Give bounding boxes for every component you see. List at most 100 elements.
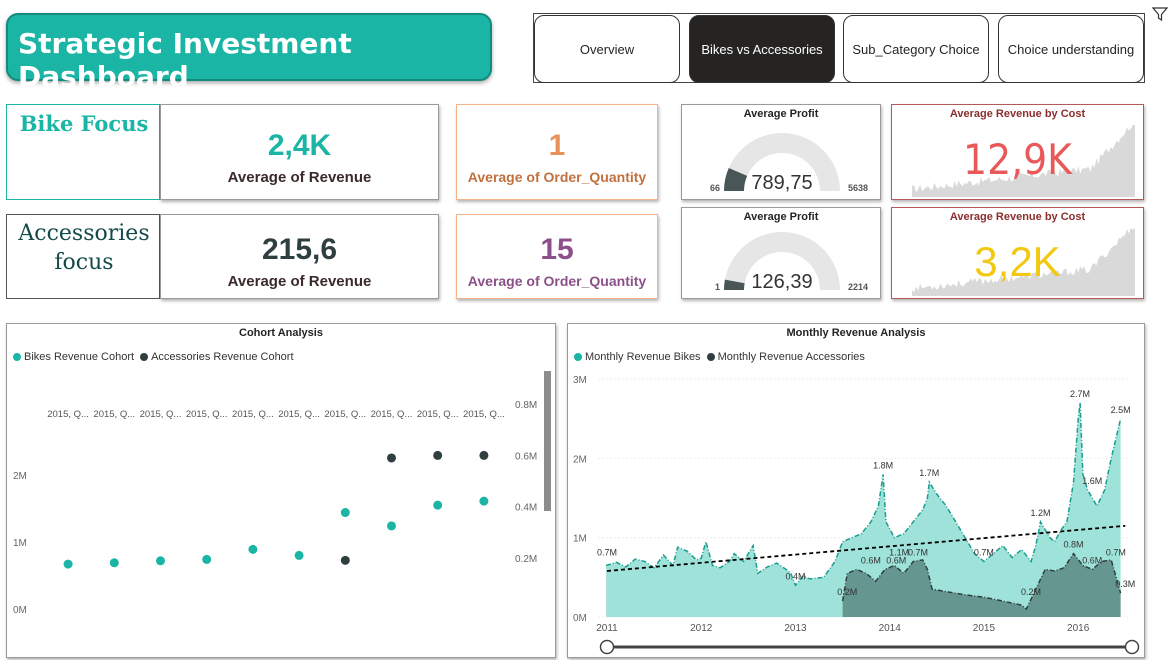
data-point — [387, 453, 396, 463]
bike-order-qty-card: 1 Average of Order_Quantity — [456, 104, 658, 200]
data-point — [340, 508, 350, 518]
data-label: 0.4M — [785, 571, 805, 581]
y-right-tick: 0.6M — [515, 451, 537, 462]
y-right-tick: 0.8M — [515, 400, 537, 411]
tab-bikes-vs-accessories[interactable]: Bikes vs Accessories — [689, 15, 835, 83]
bike-avg-profit-gauge: Average Profit 789,75 66 5638 — [681, 104, 881, 200]
tab-label: Choice understanding — [1007, 41, 1135, 57]
y-left-tick: 1M — [13, 538, 27, 549]
data-point — [202, 554, 212, 564]
data-point — [433, 500, 443, 510]
dashboard-title-banner: Strategic Investment Dashboard — [6, 13, 492, 93]
y-right-tick: 0.2M — [515, 554, 537, 565]
category-label: 2015, Q... — [232, 409, 274, 420]
page-navigator: Overview Bikes vs Accessories Sub_Catego… — [533, 13, 1145, 83]
data-point — [387, 521, 396, 531]
data-label: 0.7M — [974, 547, 994, 557]
data-label: 2.7M — [1070, 389, 1090, 399]
bike-revenue-label: Average of Revenue — [227, 169, 372, 186]
bike-rev-by-cost-card: Average Revenue by Cost 12,9K — [891, 104, 1144, 200]
cohort-scatter-plot: 2015, Q... 2015, Q... 2015, Q... 2015, Q...… — [13, 371, 551, 616]
data-label: 0.8M — [1063, 540, 1083, 550]
category-label: 2015, Q... — [278, 409, 320, 420]
data-point — [248, 544, 258, 554]
monthly-revenue-visual: Monthly Revenue Analysis Monthly Revenue… — [567, 323, 1145, 658]
range-slider-start-handle[interactable] — [599, 639, 615, 655]
gauge-min: 1 — [715, 282, 720, 292]
gauge-min: 66 — [710, 183, 720, 193]
page-title: Strategic Investment Dashboard — [18, 27, 352, 93]
category-label: 2015, Q... — [186, 409, 228, 420]
y-left-tick: 2M — [13, 471, 27, 482]
data-label: 1.2M — [1030, 508, 1050, 518]
tab-label: Bikes vs Accessories — [701, 41, 823, 57]
data-point — [156, 556, 165, 566]
tab-sub-category-choice[interactable]: Sub_Category Choice — [843, 15, 989, 83]
accessories-qty-label: Average of Order_Quantity — [467, 273, 647, 289]
data-label: 0.3M — [1115, 579, 1135, 589]
bike-focus-label-card: Bike Focus — [6, 104, 160, 200]
data-label: 0.2M — [837, 587, 857, 597]
rev-cost-title: Average Revenue by Cost — [949, 211, 1086, 223]
accessories-rev-by-cost-card: Average Revenue by Cost 3,2K — [891, 207, 1144, 299]
x-tick: 2015 — [973, 623, 996, 634]
category-label: 2015, Q... — [47, 409, 89, 420]
y-tick: 2M — [573, 454, 587, 465]
data-label: 1.8M — [873, 460, 893, 470]
cohort-analysis-visual: Cohort Analysis Bikes Revenue Cohort Acc… — [6, 323, 556, 658]
accessories-order-qty-card: 15 Average of Order_Quantity — [456, 214, 658, 299]
x-tick: 2014 — [879, 623, 902, 634]
bike-rev-cost-value: 12,9K — [963, 135, 1072, 184]
accessories-rev-cost-value: 3,2K — [974, 238, 1061, 285]
data-point — [433, 450, 443, 460]
y-tick: 3M — [573, 375, 587, 386]
accessories-revenue-value: 215,6 — [261, 233, 338, 266]
gauge-chart: 789,75 66 5638 — [710, 133, 868, 194]
y-left-tick: 0M — [13, 605, 27, 616]
y-right-tick: 0.4M — [515, 503, 537, 514]
y-tick: 0M — [573, 613, 587, 624]
data-label: 0.7M — [1106, 547, 1126, 557]
tab-label: Sub_Category Choice — [852, 41, 980, 57]
bike-qty-value: 1 — [548, 129, 566, 162]
category-label: 2015, Q... — [417, 409, 459, 420]
data-point — [294, 550, 304, 560]
bike-revenue-card: 2,4K Average of Revenue — [160, 104, 439, 200]
filter-icon[interactable] — [1152, 6, 1168, 22]
data-point — [109, 558, 119, 568]
accessories-avg-profit-gauge: Average Profit 126,39 1 2214 — [681, 207, 881, 299]
y-tick: 1M — [573, 534, 587, 545]
gauge-chart: 126,39 1 2214 — [715, 232, 868, 293]
tab-choice-understanding[interactable]: Choice understanding — [998, 15, 1144, 83]
data-label: 0.6M — [1082, 555, 1102, 565]
bike-qty-label: Average of Order_Quantity — [467, 169, 647, 185]
rev-cost-title: Average Revenue by Cost — [949, 108, 1086, 120]
gauge-value: 126,39 — [751, 271, 812, 293]
data-label: 1.7M — [919, 468, 939, 478]
category-label: 2015, Q... — [140, 409, 182, 420]
accessories-revenue-label: Average of Revenue — [227, 273, 372, 290]
data-point — [479, 496, 489, 506]
data-label: 2.5M — [1111, 405, 1131, 415]
tab-overview[interactable]: Overview — [534, 15, 680, 83]
category-label: 2015, Q... — [93, 409, 135, 420]
data-point — [340, 555, 350, 565]
monthly-area-chart: 0M 1M 2M 3M 2011 2012 2013 2014 2015 2016 0.7M 0.4M… — [573, 375, 1140, 655]
x-tick: 2011 — [596, 623, 618, 634]
accessories-focus-label: Accessories focus — [18, 221, 150, 275]
x-tick: 2012 — [690, 623, 713, 634]
data-label: 0.6M — [886, 555, 906, 565]
gauge-max: 2214 — [848, 282, 868, 292]
category-label: 2015, Q... — [371, 409, 413, 420]
category-label: 2015, Q... — [463, 409, 505, 420]
accessories-focus-label-card: Accessories focus — [6, 214, 160, 299]
range-slider-end-handle[interactable] — [1124, 639, 1140, 655]
data-label: 0.2M — [1021, 587, 1041, 597]
category-label: 2015, Q... — [324, 409, 366, 420]
bike-revenue-value: 2,4K — [267, 129, 332, 162]
tab-label: Overview — [579, 41, 635, 57]
data-point — [63, 559, 73, 569]
bike-focus-label: Bike Focus — [19, 111, 149, 136]
data-label: 0.6M — [861, 555, 881, 565]
data-label: 1.6M — [1082, 476, 1102, 486]
